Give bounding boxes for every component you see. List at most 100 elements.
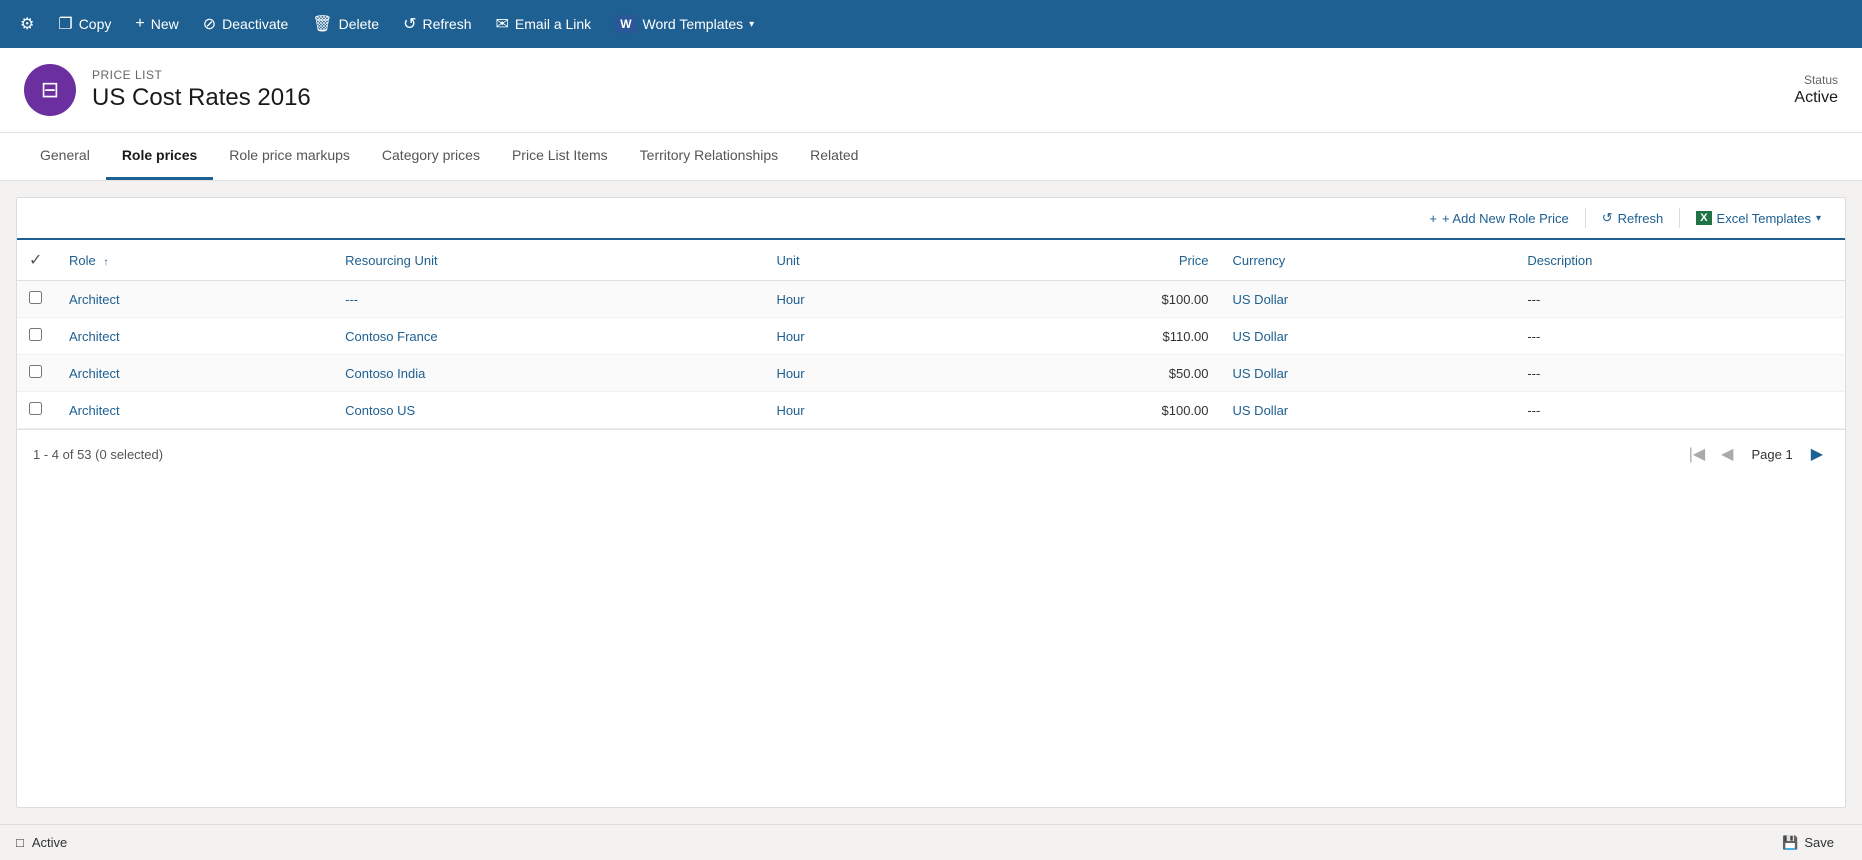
word-dropdown-icon: ▾	[749, 19, 754, 30]
pagination-summary: 1 - 4 of 53 (0 selected)	[33, 447, 163, 462]
add-new-label: + Add New Role Price	[1442, 211, 1569, 226]
table-row[interactable]: Architect --- Hour $100.00 US Dollar ---	[17, 281, 1845, 318]
row-resourcing-unit-3[interactable]: Contoso US	[333, 392, 764, 429]
th-currency[interactable]: Currency	[1221, 240, 1516, 281]
word-icon: W	[615, 15, 636, 33]
th-description[interactable]: Description	[1515, 240, 1845, 281]
row-check-1[interactable]	[17, 318, 57, 355]
status-bar-left: □ Active	[16, 835, 67, 850]
table-row[interactable]: Architect Contoso France Hour $110.00 US…	[17, 318, 1845, 355]
row-checkbox-2[interactable]	[29, 365, 42, 378]
delete-icon: 🗑	[312, 14, 332, 34]
excel-icon: X	[1696, 211, 1711, 225]
tab-price-list-items[interactable]: Price List Items	[496, 133, 624, 180]
status-bar: □ Active 💾 Save	[0, 824, 1862, 860]
th-unit[interactable]: Unit	[764, 240, 957, 281]
copy-label: Copy	[79, 16, 112, 32]
refresh-label: Refresh	[422, 16, 471, 32]
toolbar-word-btn[interactable]: W Word Templates ▾	[603, 0, 766, 48]
table-refresh-btn[interactable]: ↺ Refresh	[1594, 206, 1671, 230]
row-currency-3[interactable]: US Dollar	[1221, 392, 1516, 429]
excel-templates-btn[interactable]: X Excel Templates ▾	[1688, 207, 1829, 230]
row-price-3: $100.00	[958, 392, 1221, 429]
toolbar-separator-1	[1585, 208, 1586, 228]
next-page-btn[interactable]: ▶	[1805, 440, 1829, 468]
table-row[interactable]: Architect Contoso US Hour $100.00 US Dol…	[17, 392, 1845, 429]
save-button[interactable]: 💾 Save	[1770, 831, 1846, 855]
row-resourcing-unit-1[interactable]: Contoso France	[333, 318, 764, 355]
entity-header: ⊟ PRICE LIST US Cost Rates 2016 Status A…	[0, 48, 1862, 133]
status-bar-icon: □	[16, 835, 24, 850]
row-description-0: ---	[1515, 281, 1845, 318]
row-check-2[interactable]	[17, 355, 57, 392]
row-checkbox-3[interactable]	[29, 402, 42, 415]
row-resourcing-unit-2[interactable]: Contoso India	[333, 355, 764, 392]
toolbar-delete-btn[interactable]: 🗑 Delete	[300, 0, 391, 48]
row-unit-2[interactable]: Hour	[764, 355, 957, 392]
entity-type-label: PRICE LIST	[92, 68, 311, 82]
check-all-icon[interactable]: ✓	[29, 252, 42, 269]
toolbar-refresh-btn[interactable]: ↺ Refresh	[391, 0, 483, 48]
row-description-1: ---	[1515, 318, 1845, 355]
row-currency-0[interactable]: US Dollar	[1221, 281, 1516, 318]
toolbar-settings-btn[interactable]: ⚙	[8, 0, 46, 48]
toolbar-deactivate-btn[interactable]: ⊘ Deactivate	[191, 0, 301, 48]
role-sort-icon: ↑	[103, 257, 108, 268]
save-label: Save	[1804, 835, 1834, 850]
row-check-3[interactable]	[17, 392, 57, 429]
entity-icon-symbol: ⊟	[41, 77, 59, 103]
tab-role-price-markups[interactable]: Role price markups	[213, 133, 366, 180]
copy-icon: ❐	[58, 14, 72, 34]
excel-label: Excel Templates	[1717, 211, 1811, 226]
table-row[interactable]: Architect Contoso India Hour $50.00 US D…	[17, 355, 1845, 392]
row-role-2[interactable]: Architect	[57, 355, 333, 392]
row-currency-2[interactable]: US Dollar	[1221, 355, 1516, 392]
toolbar-email-btn[interactable]: ✉ Email a Link	[484, 0, 604, 48]
tab-related[interactable]: Related	[794, 133, 874, 180]
status-bar-status: Active	[32, 835, 67, 850]
prev-page-btn[interactable]: ◀	[1715, 440, 1739, 468]
row-role-3[interactable]: Architect	[57, 392, 333, 429]
new-icon: +	[135, 15, 144, 33]
delete-label: Delete	[339, 16, 379, 32]
row-role-1[interactable]: Architect	[57, 318, 333, 355]
row-unit-0[interactable]: Hour	[764, 281, 957, 318]
email-label: Email a Link	[515, 16, 591, 32]
main-content: + + Add New Role Price ↺ Refresh X Excel…	[0, 181, 1862, 824]
row-role-0[interactable]: Architect	[57, 281, 333, 318]
row-description-2: ---	[1515, 355, 1845, 392]
row-resourcing-unit-0[interactable]: ---	[333, 281, 764, 318]
toolbar-copy-btn[interactable]: ❐ Copy	[46, 0, 123, 48]
row-checkbox-0[interactable]	[29, 291, 42, 304]
status-value: Active	[1794, 89, 1838, 107]
save-icon: 💾	[1782, 835, 1798, 851]
unit-col-label: Unit	[776, 253, 799, 268]
word-label: Word Templates	[643, 16, 744, 32]
th-price[interactable]: Price	[958, 240, 1221, 281]
table-header-row: ✓ Role ↑ Resourcing Unit Unit Price	[17, 240, 1845, 281]
top-toolbar: ⚙ ❐ Copy + New ⊘ Deactivate 🗑 Delete ↺ R…	[0, 0, 1862, 48]
tab-general[interactable]: General	[24, 133, 106, 180]
settings-icon: ⚙	[20, 14, 34, 34]
first-page-btn[interactable]: |◀	[1683, 440, 1711, 468]
row-currency-1[interactable]: US Dollar	[1221, 318, 1516, 355]
row-check-0[interactable]	[17, 281, 57, 318]
new-label: New	[151, 16, 179, 32]
add-new-role-price-btn[interactable]: + + Add New Role Price	[1421, 207, 1576, 230]
row-price-0: $100.00	[958, 281, 1221, 318]
data-table: ✓ Role ↑ Resourcing Unit Unit Price	[17, 240, 1845, 429]
pagination-controls: |◀ ◀ Page 1 ▶	[1683, 440, 1829, 468]
header-right: Status Active	[1794, 73, 1838, 107]
row-unit-3[interactable]: Hour	[764, 392, 957, 429]
row-checkbox-1[interactable]	[29, 328, 42, 341]
tab-territory-relationships[interactable]: Territory Relationships	[624, 133, 795, 180]
tab-category-prices[interactable]: Category prices	[366, 133, 496, 180]
tab-role-prices[interactable]: Role prices	[106, 133, 213, 180]
currency-col-label: Currency	[1233, 253, 1286, 268]
toolbar-new-btn[interactable]: + New	[123, 0, 190, 48]
row-unit-1[interactable]: Hour	[764, 318, 957, 355]
table-toolbar: + + Add New Role Price ↺ Refresh X Excel…	[17, 198, 1845, 240]
th-resourcing-unit[interactable]: Resourcing Unit	[333, 240, 764, 281]
th-role[interactable]: Role ↑	[57, 240, 333, 281]
toolbar-separator-2	[1679, 208, 1680, 228]
